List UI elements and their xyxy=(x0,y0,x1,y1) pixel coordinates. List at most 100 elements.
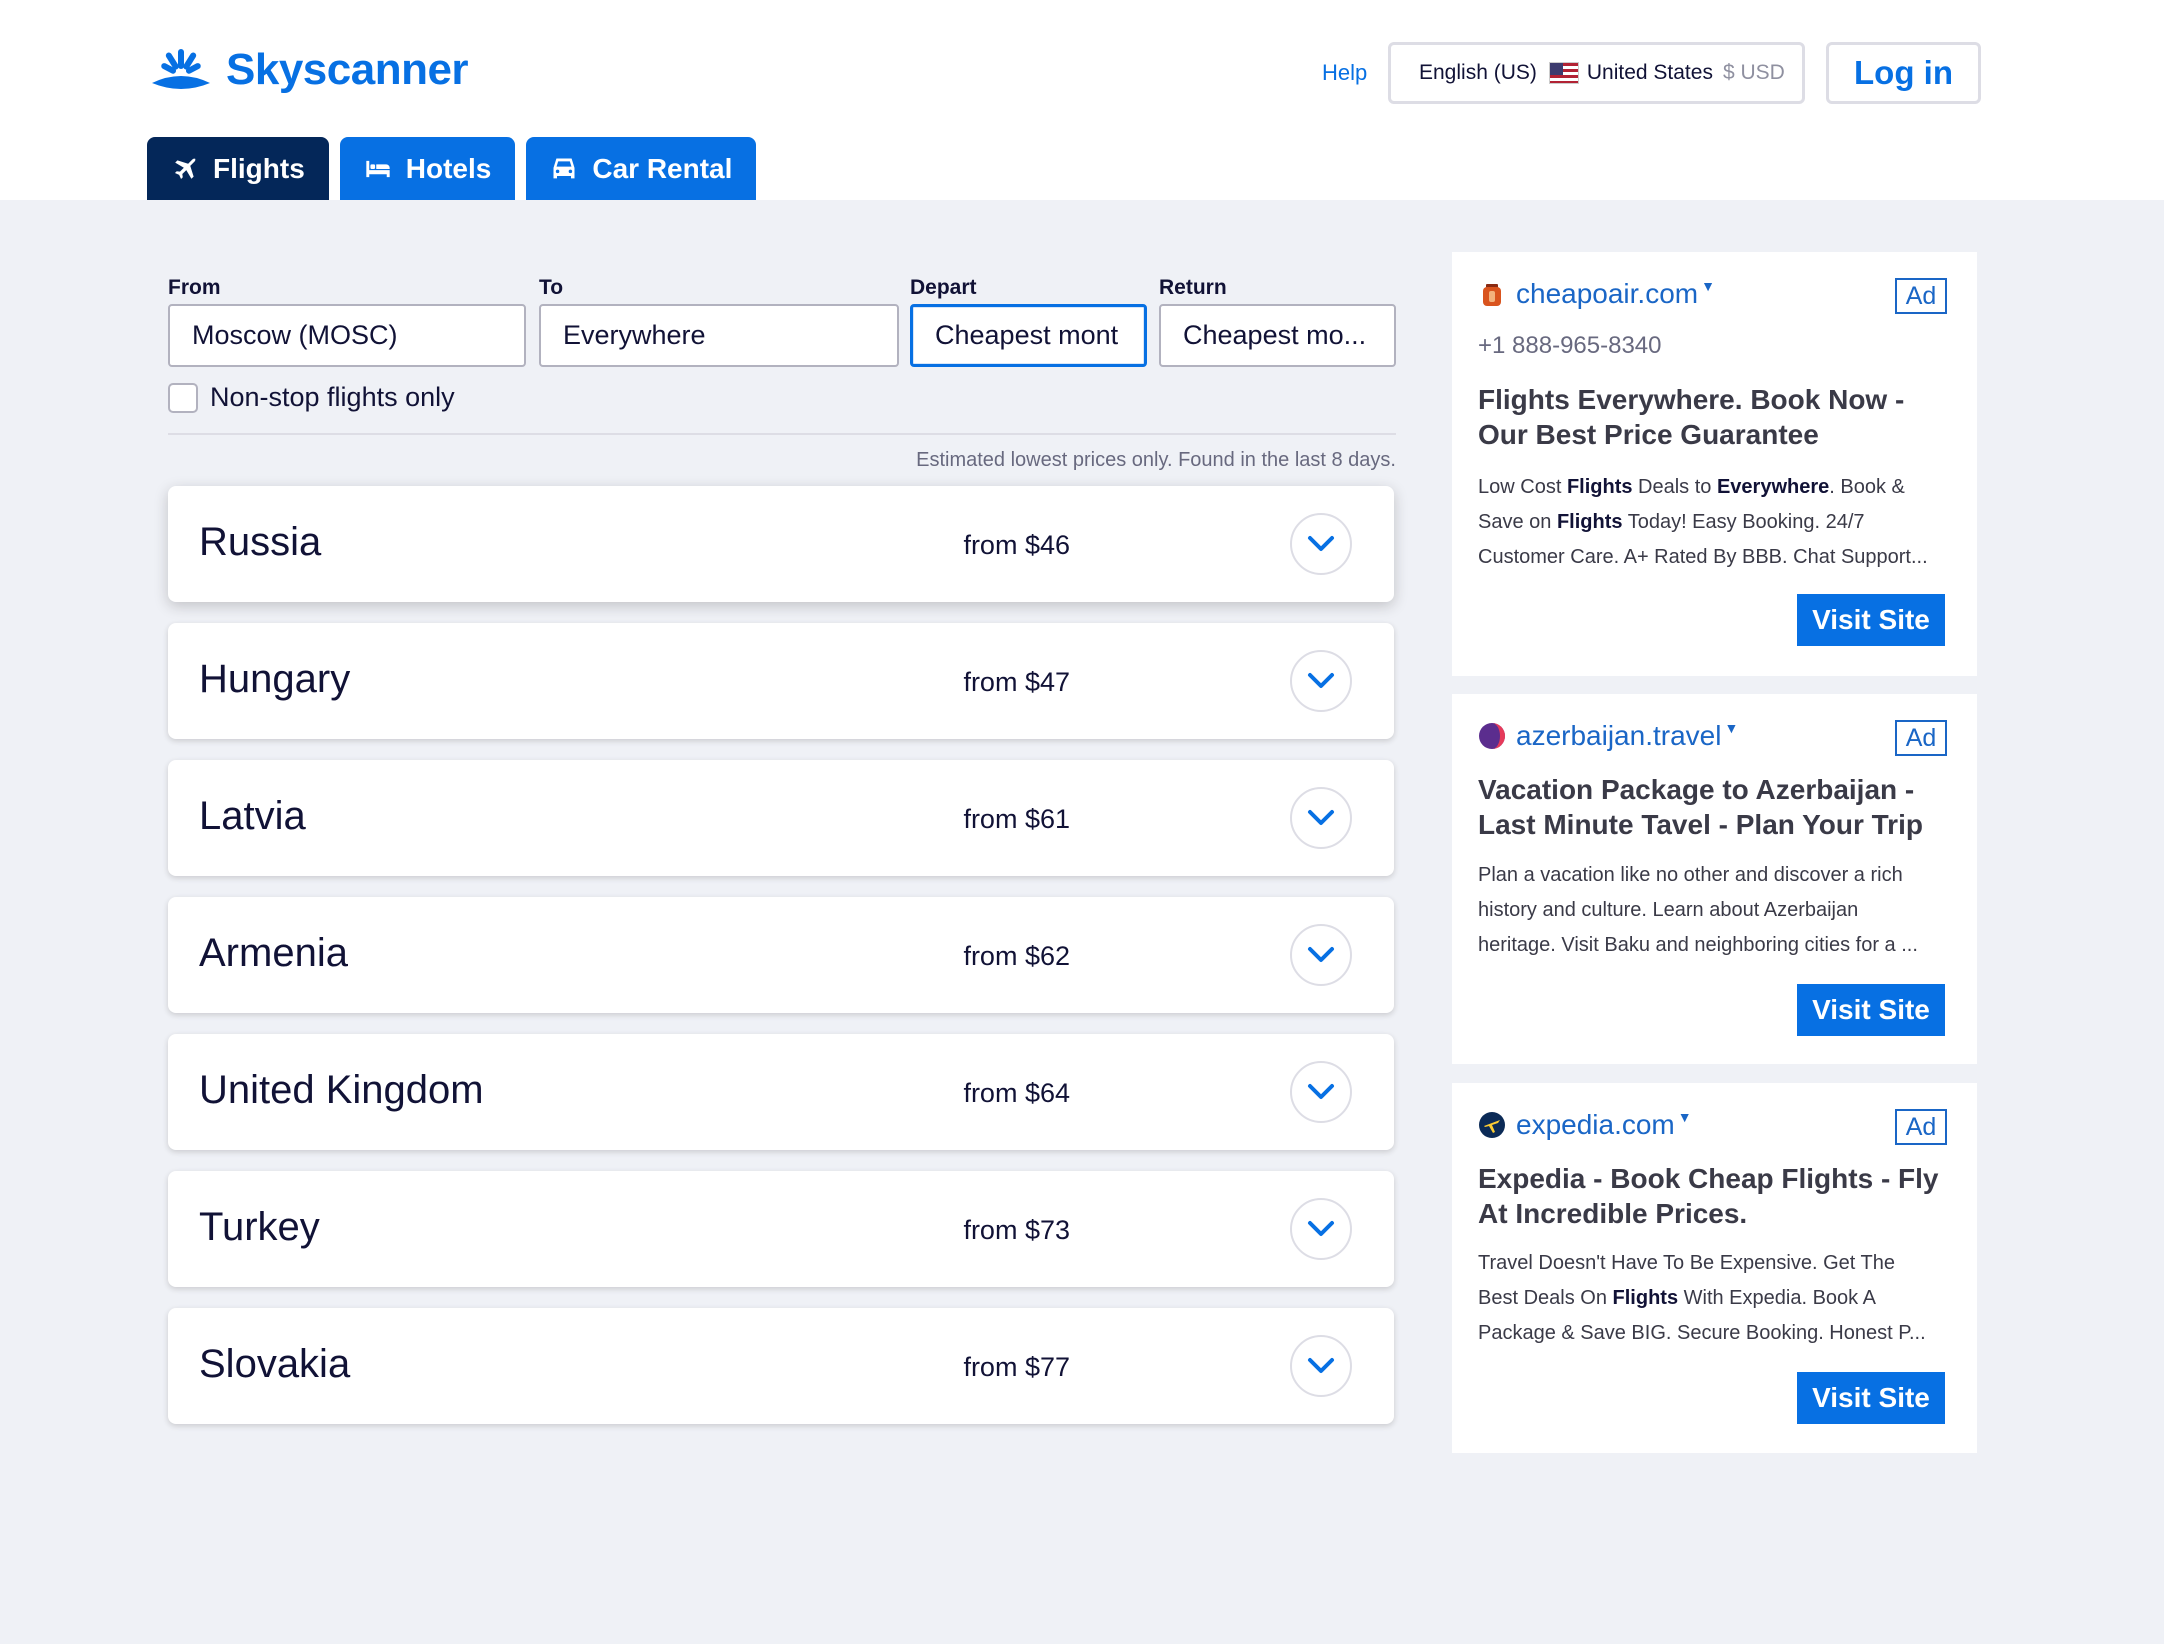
ad-brand-link[interactable]: azerbaijan.travel xyxy=(1516,720,1721,752)
ad-card-azerbaijan: azerbaijan.travel ▼ Ad Vacation Package … xyxy=(1452,694,1977,1064)
tab-label: Car Rental xyxy=(592,152,733,184)
expand-button[interactable] xyxy=(1290,787,1352,849)
chevron-down-icon xyxy=(1308,536,1334,551)
visit-site-button[interactable]: Visit Site xyxy=(1797,594,1945,646)
expand-button[interactable] xyxy=(1290,513,1352,575)
ad-brand-link[interactable]: expedia.com xyxy=(1516,1109,1675,1141)
ad-card-expedia: expedia.com ▼ Ad Expedia - Book Cheap Fl… xyxy=(1452,1083,1977,1453)
form-divider xyxy=(168,433,1396,435)
tab-car-rental[interactable]: Car Rental xyxy=(526,137,757,200)
result-row[interactable]: Slovakia from $77 xyxy=(168,1308,1394,1424)
cheapoair-icon xyxy=(1483,284,1501,306)
from-input[interactable]: Moscow (MOSC) xyxy=(168,304,526,367)
destination-price: from $46 xyxy=(963,530,1070,560)
caret-down-icon[interactable]: ▼ xyxy=(1701,278,1715,294)
expand-button[interactable] xyxy=(1290,1335,1352,1397)
tab-label: Flights xyxy=(213,152,305,184)
chevron-down-icon xyxy=(1308,1221,1334,1236)
ad-brand-row[interactable]: expedia.com ▼ xyxy=(1478,1109,1692,1141)
ad-headline-line: Expedia - Book Cheap Flights - Fly xyxy=(1478,1163,1939,1194)
destination-name: Russia xyxy=(199,520,322,564)
chevron-down-icon xyxy=(1308,1358,1334,1373)
expand-button[interactable] xyxy=(1290,1061,1352,1123)
visit-site-button[interactable]: Visit Site xyxy=(1797,1372,1945,1424)
ad-headline-line: Vacation Package to Azerbaijan - xyxy=(1478,774,1915,805)
return-date-input[interactable]: Cheapest mo... xyxy=(1159,304,1396,367)
ad-brand-row[interactable]: azerbaijan.travel ▼ xyxy=(1478,720,1738,752)
depart-label: Depart xyxy=(910,276,977,299)
expand-button[interactable] xyxy=(1290,1198,1352,1260)
help-link[interactable]: Help xyxy=(1322,60,1367,86)
login-button[interactable]: Log in xyxy=(1826,42,1981,104)
ad-headline-line: Last Minute Tavel - Plan Your Trip xyxy=(1478,809,1923,840)
result-row[interactable]: Russia from $46 xyxy=(168,486,1394,602)
destination-price: from $73 xyxy=(963,1215,1070,1245)
language-label: English (US) xyxy=(1419,61,1537,84)
azerbaijan-icon xyxy=(1479,723,1505,749)
result-row[interactable]: Turkey from $73 xyxy=(168,1171,1394,1287)
ad-phone[interactable]: +1 888-965-8340 xyxy=(1478,332,1662,360)
destination-price: from $61 xyxy=(963,804,1070,834)
destination-price: from $62 xyxy=(963,941,1070,971)
ad-headline[interactable]: Vacation Package to Azerbaijan - Last Mi… xyxy=(1478,772,1953,842)
plane-icon xyxy=(174,158,196,179)
ad-badge: Ad xyxy=(1895,720,1947,756)
currency-label: $ USD xyxy=(1722,61,1785,84)
locale-selector-button[interactable]: English (US) United States $ USD xyxy=(1388,42,1805,104)
expand-button[interactable] xyxy=(1290,650,1352,712)
skyscanner-logo[interactable]: Skyscanner xyxy=(146,40,469,100)
sunrise-logo-icon xyxy=(152,49,210,89)
result-row[interactable]: Armenia from $62 xyxy=(168,897,1394,1013)
bed-icon xyxy=(366,160,390,177)
ad-headline-line: At Incredible Prices. xyxy=(1478,1198,1748,1229)
nonstop-checkbox[interactable] xyxy=(168,382,198,413)
result-row[interactable]: United Kingdom from $64 xyxy=(168,1034,1394,1150)
tab-label: Hotels xyxy=(405,152,492,184)
ad-description: Plan a vacation like no other and discov… xyxy=(1478,864,1918,956)
ad-headline-line: Our Best Price Guarantee xyxy=(1478,419,1819,450)
result-row[interactable]: Latvia from $61 xyxy=(168,760,1394,876)
nonstop-filter: Non-stop flights only xyxy=(168,382,455,413)
depart-date-input[interactable]: Cheapest mont xyxy=(910,304,1147,367)
us-flag-icon xyxy=(1548,62,1579,84)
ad-headline[interactable]: Flights Everywhere. Book Now - Our Best … xyxy=(1478,382,1953,452)
country-label: United States xyxy=(1586,61,1713,84)
from-label: From xyxy=(168,276,221,299)
chevron-down-icon xyxy=(1308,947,1334,962)
to-label: To xyxy=(539,276,564,299)
expedia-icon xyxy=(1479,1112,1505,1138)
to-input[interactable]: Everywhere xyxy=(539,304,899,367)
caret-down-icon[interactable]: ▼ xyxy=(1678,1109,1692,1125)
nonstop-label[interactable]: Non-stop flights only xyxy=(210,382,455,413)
destination-name: Turkey xyxy=(199,1205,320,1249)
destination-price: from $77 xyxy=(963,1352,1070,1382)
visit-site-button[interactable]: Visit Site xyxy=(1797,984,1945,1036)
product-tabs: Flights Hotels Car Rental xyxy=(147,137,767,200)
destination-name: Hungary xyxy=(199,657,351,701)
destination-name: United Kingdom xyxy=(199,1068,484,1112)
brand-name: Skyscanner xyxy=(226,45,469,94)
ad-description: Low Cost Flights Deals to Everywhere. Bo… xyxy=(1478,476,1928,568)
ad-badge: Ad xyxy=(1895,1109,1947,1145)
destination-price: from $64 xyxy=(963,1078,1070,1108)
return-label: Return xyxy=(1159,276,1227,299)
destination-name: Latvia xyxy=(199,794,306,838)
tab-hotels[interactable]: Hotels xyxy=(339,137,516,200)
ad-brand-row[interactable]: cheapoair.com ▼ xyxy=(1478,278,1715,310)
destination-name: Armenia xyxy=(199,931,348,975)
chevron-down-icon xyxy=(1308,673,1334,688)
car-icon xyxy=(553,158,575,178)
tab-flights[interactable]: Flights xyxy=(147,137,329,200)
result-row[interactable]: Hungary from $47 xyxy=(168,623,1394,739)
destination-price: from $47 xyxy=(963,667,1070,697)
destination-name: Slovakia xyxy=(199,1342,351,1386)
ad-card-cheapoair: cheapoair.com ▼ Ad +1 888-965-8340 Fligh… xyxy=(1452,252,1977,676)
price-disclaimer: Estimated lowest prices only. Found in t… xyxy=(916,449,1396,471)
caret-down-icon[interactable]: ▼ xyxy=(1724,720,1738,736)
ad-brand-link[interactable]: cheapoair.com xyxy=(1516,278,1698,310)
chevron-down-icon xyxy=(1308,1084,1334,1099)
site-header: Skyscanner Help English (US) United Stat… xyxy=(0,0,2164,200)
expand-button[interactable] xyxy=(1290,924,1352,986)
ad-headline[interactable]: Expedia - Book Cheap Flights - Fly At In… xyxy=(1478,1161,1953,1231)
chevron-down-icon xyxy=(1308,810,1334,825)
